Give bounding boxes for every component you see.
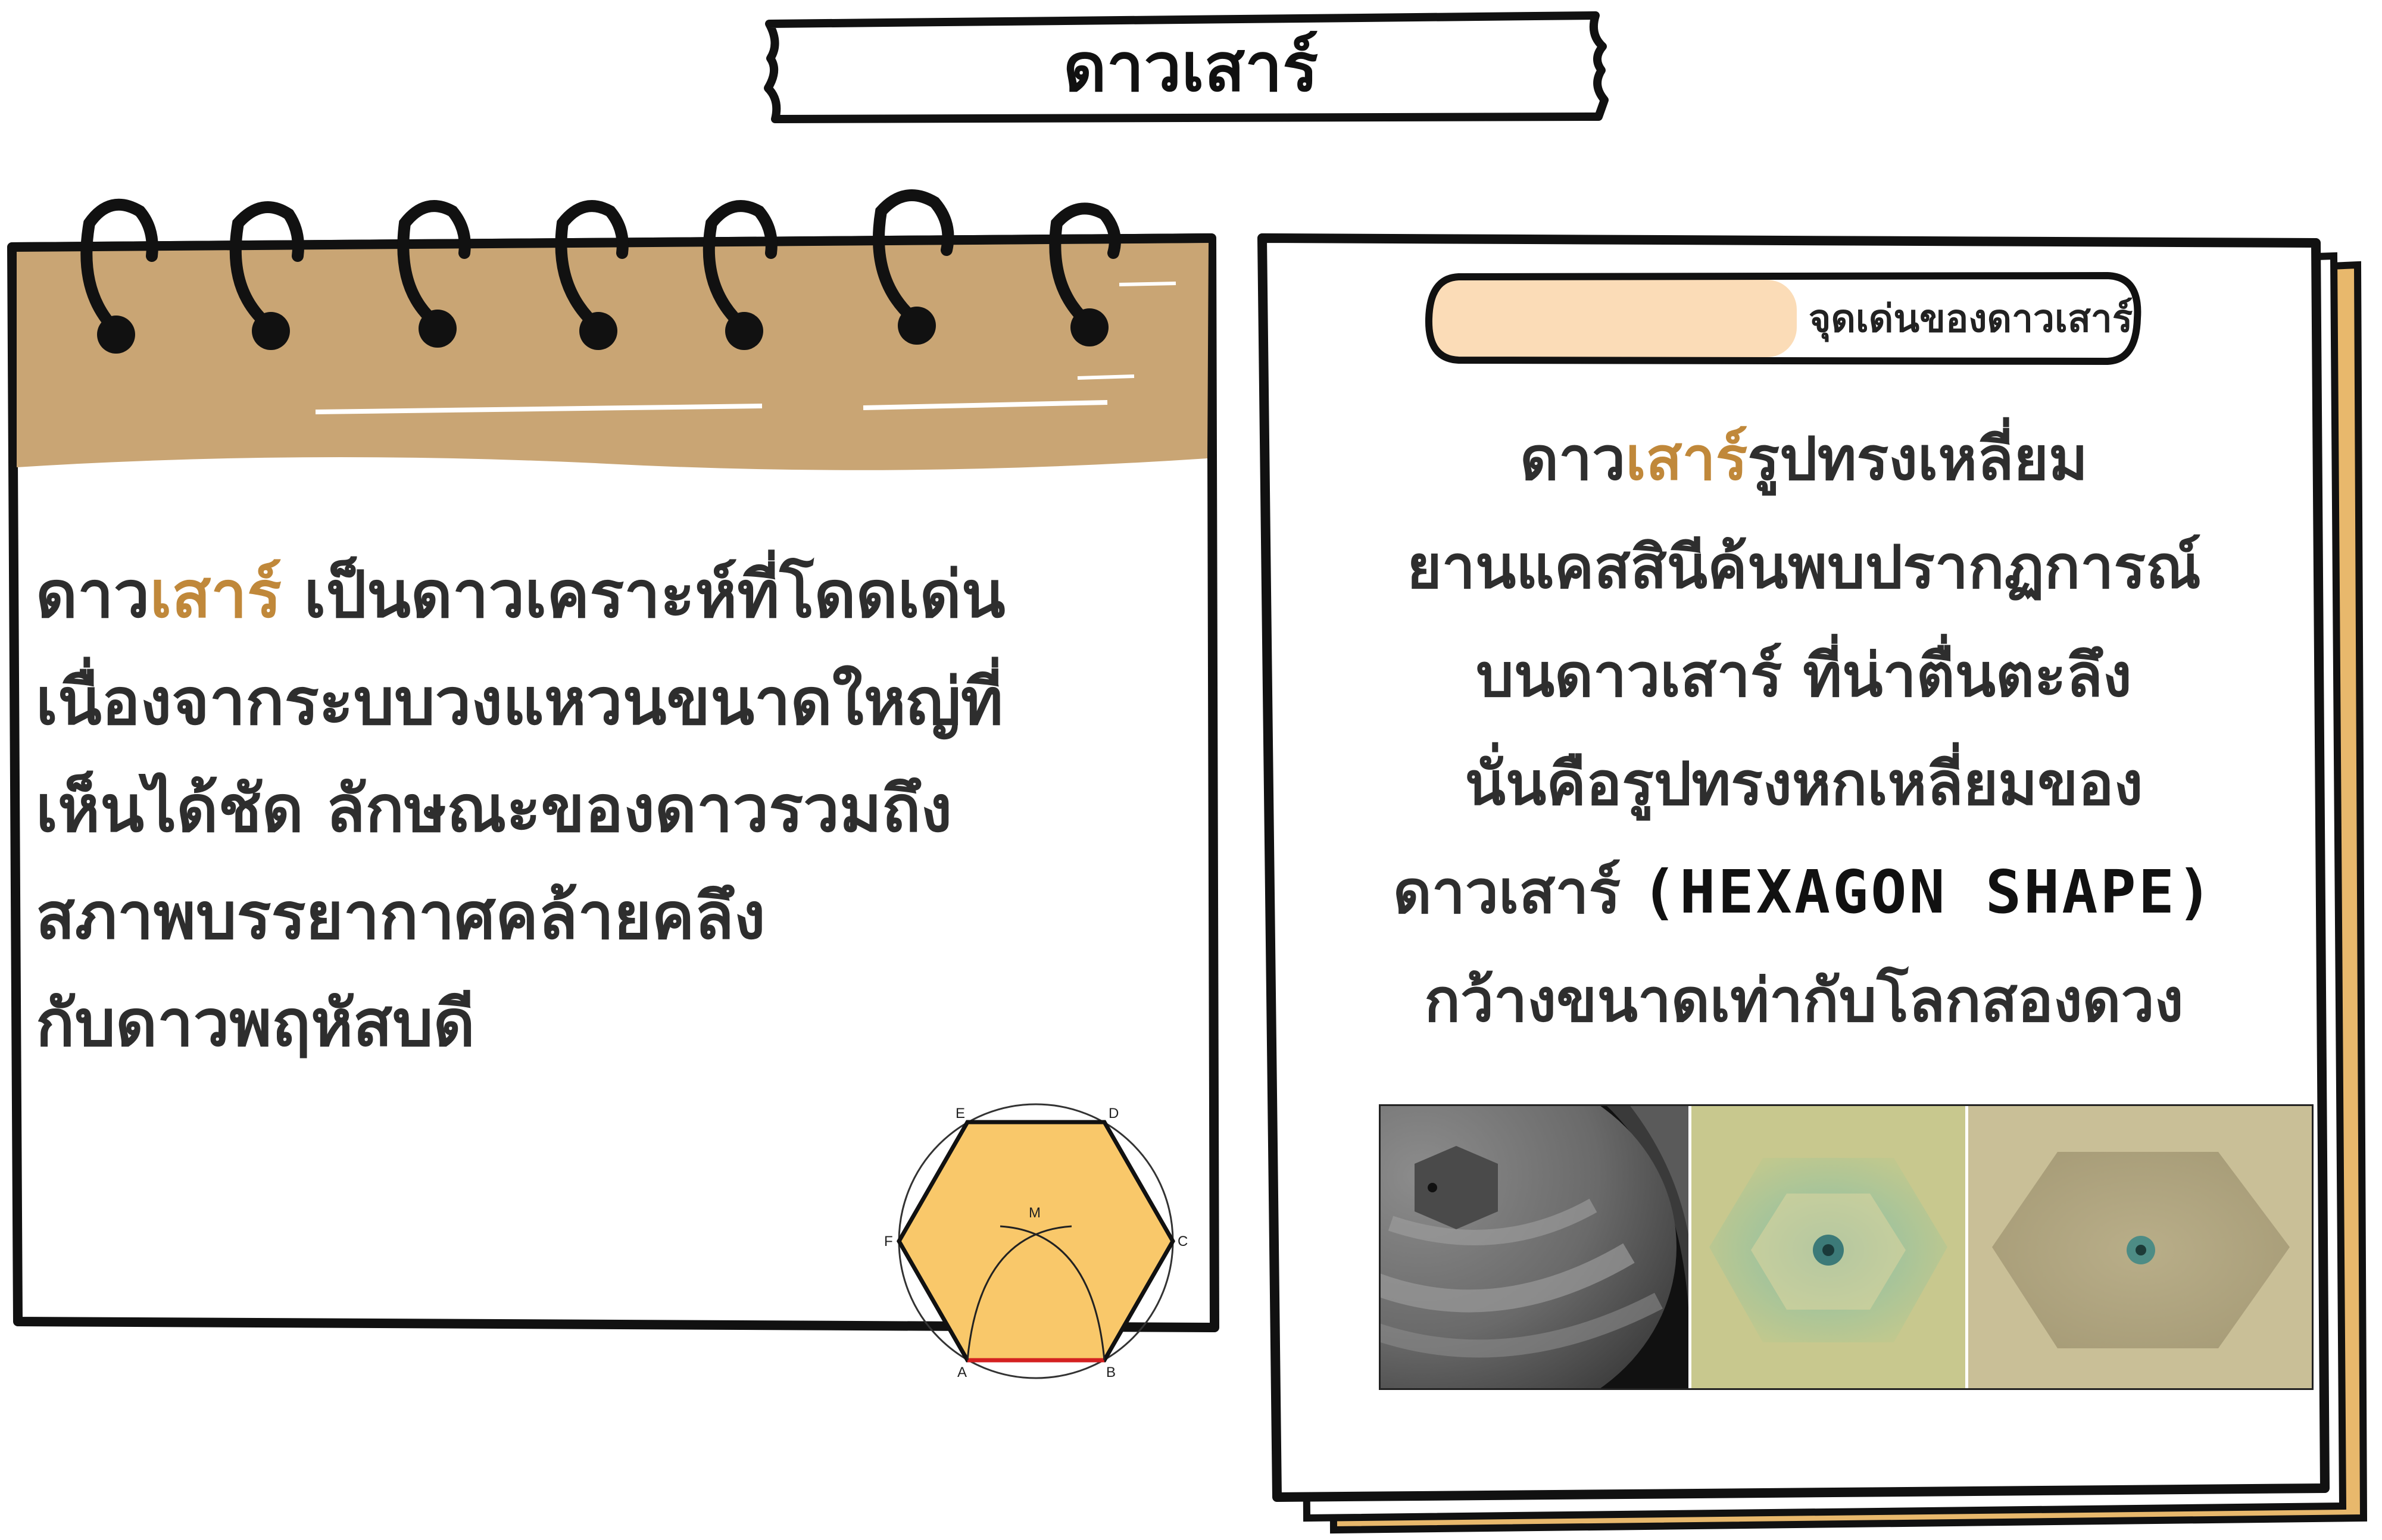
highlight-text: ดาวเสาร์รูปทรงเหลี่ยม ยานแคสสินีค้นพบปรา… bbox=[1262, 405, 2346, 1055]
text-line: ยานแคสสินีค้นพบปรากฏการณ์ bbox=[1407, 532, 2201, 602]
saturn-image-strip bbox=[1379, 1104, 2314, 1390]
vertex-label-f: F bbox=[884, 1233, 893, 1250]
text-line: ดาวเสาร์ (HEXAGON SHAPE) bbox=[1393, 857, 2215, 927]
text-line: ดาวเสาร์รูปทรงเหลี่ยม bbox=[1520, 424, 2088, 493]
vertex-label-e: E bbox=[956, 1105, 965, 1122]
vertex-label-b: B bbox=[1106, 1364, 1116, 1380]
text-line: บนดาวเสาร์ ที่น่าตื่นตะลึง bbox=[1476, 641, 2132, 710]
title-banner: ดาวเสาร์ bbox=[762, 11, 1619, 124]
notebook-card: ดาวเสาร์ เป็นดาวเคราะห์ที่โดดเด่น เนื่อง… bbox=[0, 179, 1226, 1380]
text-line: นั่นคือรูปทรงหกเหลี่ยมของ bbox=[1465, 749, 2143, 819]
highlight-word: เสาร์ bbox=[149, 558, 282, 632]
hexagon-diagram: E D C F A B M bbox=[884, 1103, 1188, 1380]
text-line: สภาพบรรยากาศคล้ายคลึง bbox=[36, 879, 766, 954]
text-line: กว้างขนาดเท่ากับโลกสองดวง bbox=[1424, 966, 2184, 1035]
vertex-label-c: C bbox=[1178, 1233, 1188, 1250]
page-title: ดาวเสาร์ bbox=[1063, 29, 1319, 107]
section-pill-label: จุดเด่นของดาวเสาร์ bbox=[1808, 297, 2133, 341]
highlight-card: จุดเด่นของดาวเสาร์ ดาวเสาร์รูปทรงเหลี่ยม… bbox=[1250, 226, 2369, 1536]
text-line: เนื่องจากระบบวงแหวนขนาดใหญ่ที่ bbox=[36, 665, 1004, 739]
highlight-word: เสาร์ bbox=[1625, 424, 1748, 493]
section-pill: จุดเด่นของดาวเสาร์ bbox=[1423, 271, 2143, 366]
vertex-label-a: A bbox=[957, 1364, 967, 1380]
point-label-m: M bbox=[1029, 1205, 1041, 1221]
text-line: เห็นได้ชัด ลักษณะของดาวรวมถึง bbox=[36, 772, 953, 846]
text-line: ดาวเสาร์ เป็นดาวเคราะห์ที่โดดเด่น bbox=[36, 558, 1006, 632]
image-strip-border bbox=[1379, 1104, 2314, 1390]
english-term: (HEXAGON SHAPE) bbox=[1641, 857, 2215, 927]
vertex-label-d: D bbox=[1109, 1105, 1119, 1122]
